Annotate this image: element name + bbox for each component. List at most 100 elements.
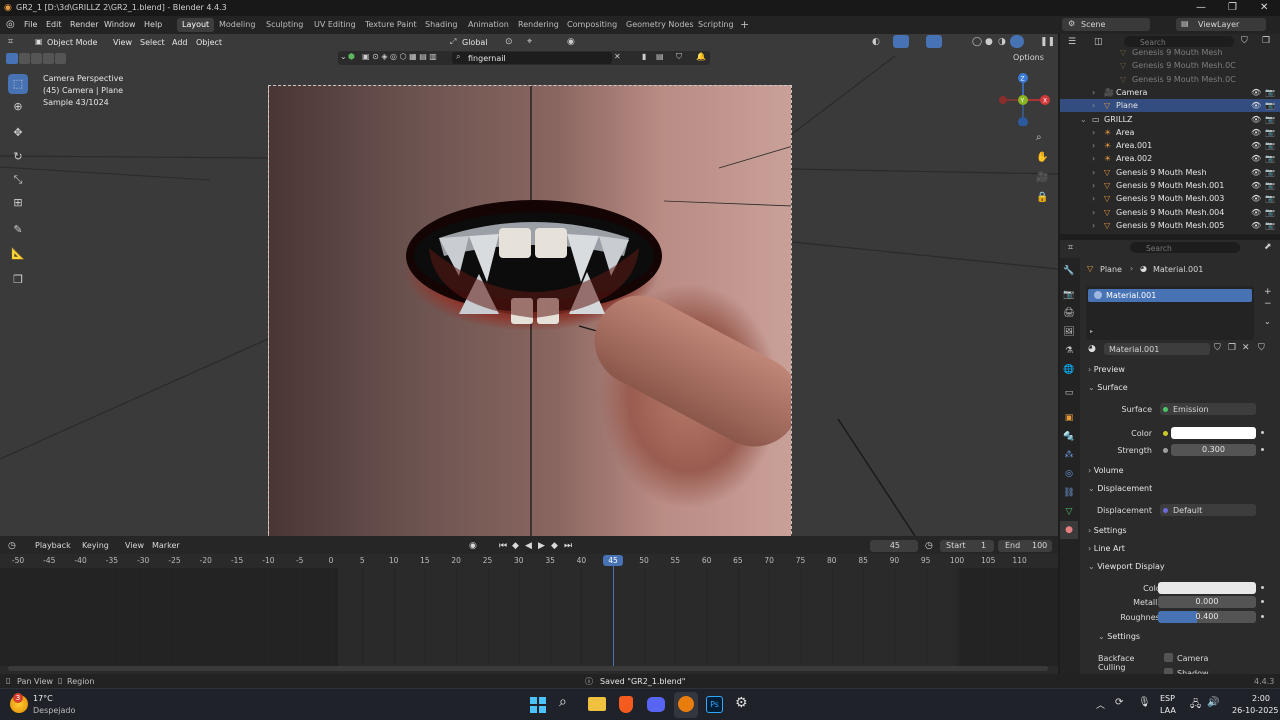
transform-orientation[interactable]: Global bbox=[462, 38, 488, 47]
outliner-row[interactable]: ▽ › 👁 📷 Plane bbox=[1060, 99, 1280, 113]
maximize-icon[interactable]: ❐ bbox=[1228, 2, 1237, 13]
transform-tool[interactable]: ⊞ bbox=[8, 193, 28, 213]
panel-surface[interactable]: ⌄ Surface bbox=[1088, 383, 1273, 399]
panel-viewport-display[interactable]: ⌄ Viewport Display bbox=[1088, 562, 1273, 578]
viewport-menu-add[interactable]: Add bbox=[172, 38, 188, 47]
material-shading-icon[interactable]: ◑ bbox=[998, 37, 1006, 47]
select-box-tool[interactable]: ⬚ bbox=[8, 74, 28, 94]
outliner-row[interactable]: ▽ › 👁 📷 Genesis 9 Mouth Mesh.005 bbox=[1060, 219, 1280, 232]
emission-color-swatch[interactable] bbox=[1171, 427, 1256, 439]
steam-icon[interactable]: ⚙ bbox=[735, 695, 748, 711]
file-explorer-icon[interactable] bbox=[588, 697, 606, 711]
gizmo-toggle[interactable] bbox=[893, 35, 909, 48]
3d-viewport[interactable]: ⌗ ▣ Object Mode View Select Add Object ⤢… bbox=[0, 34, 1058, 536]
outliner-row[interactable]: ▽ › 👁 📷 Genesis 9 Mouth Mesh.004 bbox=[1060, 206, 1280, 219]
jump-end-icon[interactable]: ⏭ bbox=[564, 541, 572, 551]
visibility-eye-icon[interactable]: 👁 bbox=[1251, 101, 1261, 110]
camera-view-icon[interactable]: 🎥 bbox=[1036, 172, 1048, 183]
visibility-eye-icon[interactable]: 👁 bbox=[1251, 128, 1261, 137]
render-tab-icon[interactable]: 📷 bbox=[1060, 286, 1078, 304]
scale-tool[interactable]: ⤡ bbox=[8, 170, 28, 190]
prev-keyframe-icon[interactable]: ◆ bbox=[512, 541, 519, 551]
timeline-menu-playback[interactable]: Playback bbox=[35, 541, 71, 550]
minimize-icon[interactable]: — bbox=[1196, 2, 1206, 13]
taskbar-search-icon[interactable]: ⌕ bbox=[559, 694, 567, 710]
render-camera-icon[interactable]: 📷 bbox=[1265, 141, 1275, 150]
tool-tab-icon[interactable]: 🔧 bbox=[1060, 262, 1078, 280]
funnel-icon[interactable]: ⛉ bbox=[676, 52, 682, 62]
collection-tab-icon[interactable]: ▭ bbox=[1060, 384, 1078, 402]
auto-keying-icon[interactable]: ◉ bbox=[469, 541, 477, 551]
tray-chevron-icon[interactable]: ︿ bbox=[1096, 698, 1105, 711]
new-collection-icon[interactable]: ❐ bbox=[1262, 36, 1270, 46]
color-keyframe-icon[interactable] bbox=[1261, 431, 1264, 434]
duplicate-material-icon[interactable]: ❐ bbox=[1228, 343, 1236, 353]
visibility-eye-icon[interactable]: 👁 bbox=[1251, 208, 1261, 217]
render-camera-icon[interactable]: 📷 bbox=[1265, 101, 1275, 110]
tab-shading[interactable]: Shading bbox=[420, 18, 463, 32]
view-layer-tab-icon[interactable]: 🖼 bbox=[1060, 323, 1078, 341]
pan-hand-icon[interactable]: ✋ bbox=[1036, 152, 1048, 163]
viewport-options[interactable]: Options bbox=[1013, 53, 1044, 62]
outliner-expand-icon[interactable]: › bbox=[1092, 221, 1095, 230]
outliner-row[interactable]: ☀ › 👁 📷 Area bbox=[1060, 126, 1280, 139]
visibility-eye-icon[interactable]: 👁 bbox=[1251, 115, 1261, 124]
outliner[interactable]: ☰ ◫ Search ⛉ ❐ ▽ Genesis 9 Mouth Mesh ▽ Gen… bbox=[1060, 34, 1280, 234]
viewport-menu-object[interactable]: Object bbox=[196, 38, 222, 47]
jump-start-icon[interactable]: ⏮ bbox=[499, 541, 507, 551]
expand-list-icon[interactable]: ▸ bbox=[1090, 328, 1093, 335]
filter-icon[interactable]: ⛉ bbox=[1241, 36, 1248, 46]
play-icon[interactable]: ▶ bbox=[538, 541, 545, 551]
panel-line-art[interactable]: › Line Art bbox=[1088, 544, 1273, 560]
render-camera-icon[interactable]: 📷 bbox=[1265, 181, 1275, 190]
taskbar-time[interactable]: 2:00 bbox=[1252, 694, 1270, 703]
clear-search-icon[interactable]: ✕ bbox=[614, 52, 621, 61]
constraints-tab-icon[interactable]: ⛓ bbox=[1060, 484, 1078, 502]
backface-camera-checkbox[interactable] bbox=[1164, 653, 1173, 662]
visibility-eye-icon[interactable]: 👁 bbox=[1251, 154, 1261, 163]
solid-shading-icon[interactable]: ● bbox=[985, 37, 993, 47]
filter-dropdown-icon[interactable]: ⌄ bbox=[340, 52, 347, 61]
lock-icon[interactable]: 🔒 bbox=[1036, 192, 1048, 203]
panel-volume[interactable]: › Volume bbox=[1088, 466, 1273, 482]
tray-network-icon[interactable]: 🖧 bbox=[1190, 697, 1201, 714]
outliner-row[interactable]: ▽ › 👁 📷 Genesis 9 Mouth Mesh bbox=[1060, 166, 1280, 179]
outliner-row[interactable]: ▭ ⌄ 👁 📷 GRILLZ bbox=[1060, 113, 1280, 126]
visibility-eye-icon[interactable]: 👁 bbox=[1251, 141, 1261, 150]
outliner-row[interactable]: 🎥 › 👁 📷 Camera bbox=[1060, 86, 1280, 99]
outliner-expand-icon[interactable]: › bbox=[1092, 208, 1095, 217]
navigation-gizmo[interactable]: Z X Y bbox=[996, 72, 1050, 126]
move-tool[interactable]: ✥ bbox=[8, 123, 28, 143]
tab-scripting[interactable]: Scripting bbox=[693, 18, 739, 32]
unlink-material-icon[interactable]: ✕ bbox=[1242, 343, 1250, 353]
timeline-editor-icon[interactable]: ◷ bbox=[8, 541, 16, 551]
metallic-field[interactable]: 0.000 bbox=[1158, 596, 1256, 608]
visibility-eye-icon[interactable]: 👁 bbox=[1251, 221, 1261, 230]
render-camera-icon[interactable]: 📷 bbox=[1265, 194, 1275, 203]
menu-file[interactable]: File bbox=[24, 20, 37, 29]
rotate-tool[interactable]: ↻ bbox=[8, 147, 28, 167]
strength-field[interactable]: 0.300 bbox=[1171, 444, 1256, 456]
tab-sculpting[interactable]: Sculpting bbox=[261, 18, 308, 32]
material-tab-icon[interactable]: ● bbox=[1060, 521, 1078, 539]
menu-help[interactable]: Help bbox=[144, 20, 162, 29]
tray-sync-icon[interactable]: ⟳ bbox=[1115, 697, 1123, 708]
select-mode-intersect-button[interactable] bbox=[55, 53, 66, 64]
outliner-row[interactable]: ▽ Genesis 9 Mouth Mesh bbox=[1060, 46, 1280, 59]
select-mode-invert-button[interactable] bbox=[43, 53, 54, 64]
snap-icon[interactable]: ⌖ bbox=[527, 37, 532, 47]
next-keyframe-icon[interactable]: ◆ bbox=[551, 541, 558, 551]
menu-render[interactable]: Render bbox=[70, 20, 98, 29]
visibility-icon[interactable]: ◐ bbox=[872, 37, 880, 47]
measure-tool[interactable]: 📐 bbox=[8, 244, 28, 264]
data-tab-icon[interactable]: ▽ bbox=[1060, 503, 1078, 521]
properties-editor[interactable]: ⌗ Search ⬈ 🔧 📷 🖨 🖼 ⚗ 🌐 ▭ ▣ 🔩 ⁂ ◎ ⛓ ▽ ● ▽… bbox=[1060, 240, 1280, 674]
roughness-keyframe-icon[interactable] bbox=[1261, 615, 1264, 618]
roughness-slider[interactable]: 0.400 bbox=[1158, 611, 1256, 623]
panel-viewport-settings[interactable]: ⌄ Settings bbox=[1098, 632, 1280, 648]
select-mode-subtract-button[interactable] bbox=[31, 53, 42, 64]
properties-editor-icon[interactable]: ⌗ bbox=[1068, 243, 1073, 253]
current-frame-field[interactable]: 45 bbox=[870, 540, 918, 552]
brave-browser-icon[interactable] bbox=[619, 696, 633, 713]
timeline-menu-view[interactable]: View bbox=[125, 541, 144, 550]
